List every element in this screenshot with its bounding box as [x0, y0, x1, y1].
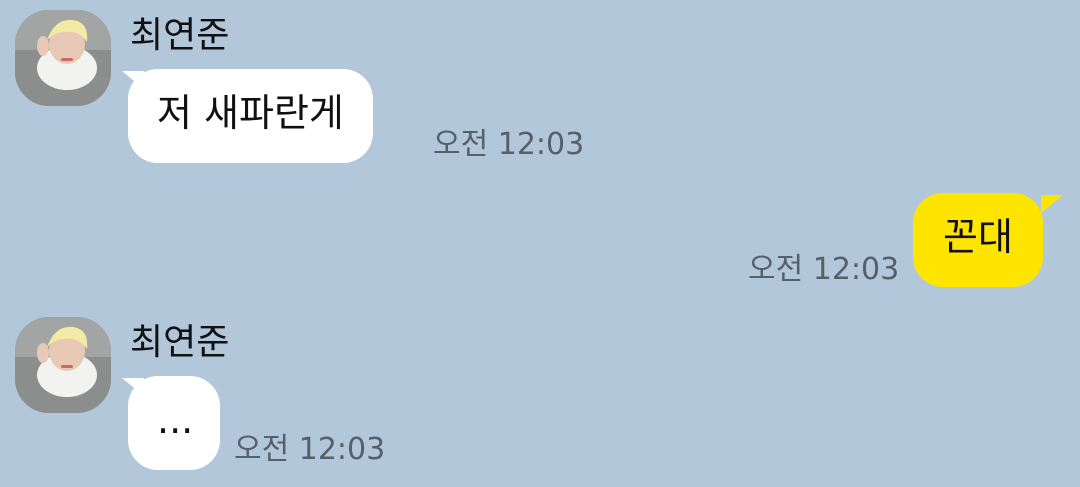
message-text: 꼰대 [943, 215, 1013, 259]
message-bubble[interactable]: ... [128, 376, 220, 470]
sender-name: 최연준 [130, 15, 230, 56]
bubble-tail [1041, 195, 1063, 213]
message-text: 저 새파란게 [157, 91, 344, 135]
avatar[interactable] [15, 10, 111, 106]
avatar[interactable] [15, 317, 111, 413]
profile-photo-icon [15, 10, 111, 106]
message-bubble[interactable]: 꼰대 [913, 193, 1043, 287]
message-time: 오전 12:03 [748, 252, 900, 287]
message-time: 오전 12:03 [234, 432, 386, 467]
message-text: ... [157, 398, 194, 442]
message-time: 오전 12:03 [433, 127, 585, 162]
profile-photo-icon [15, 317, 111, 413]
message-bubble[interactable]: 저 새파란게 [128, 69, 373, 163]
sender-name: 최연준 [130, 322, 230, 363]
